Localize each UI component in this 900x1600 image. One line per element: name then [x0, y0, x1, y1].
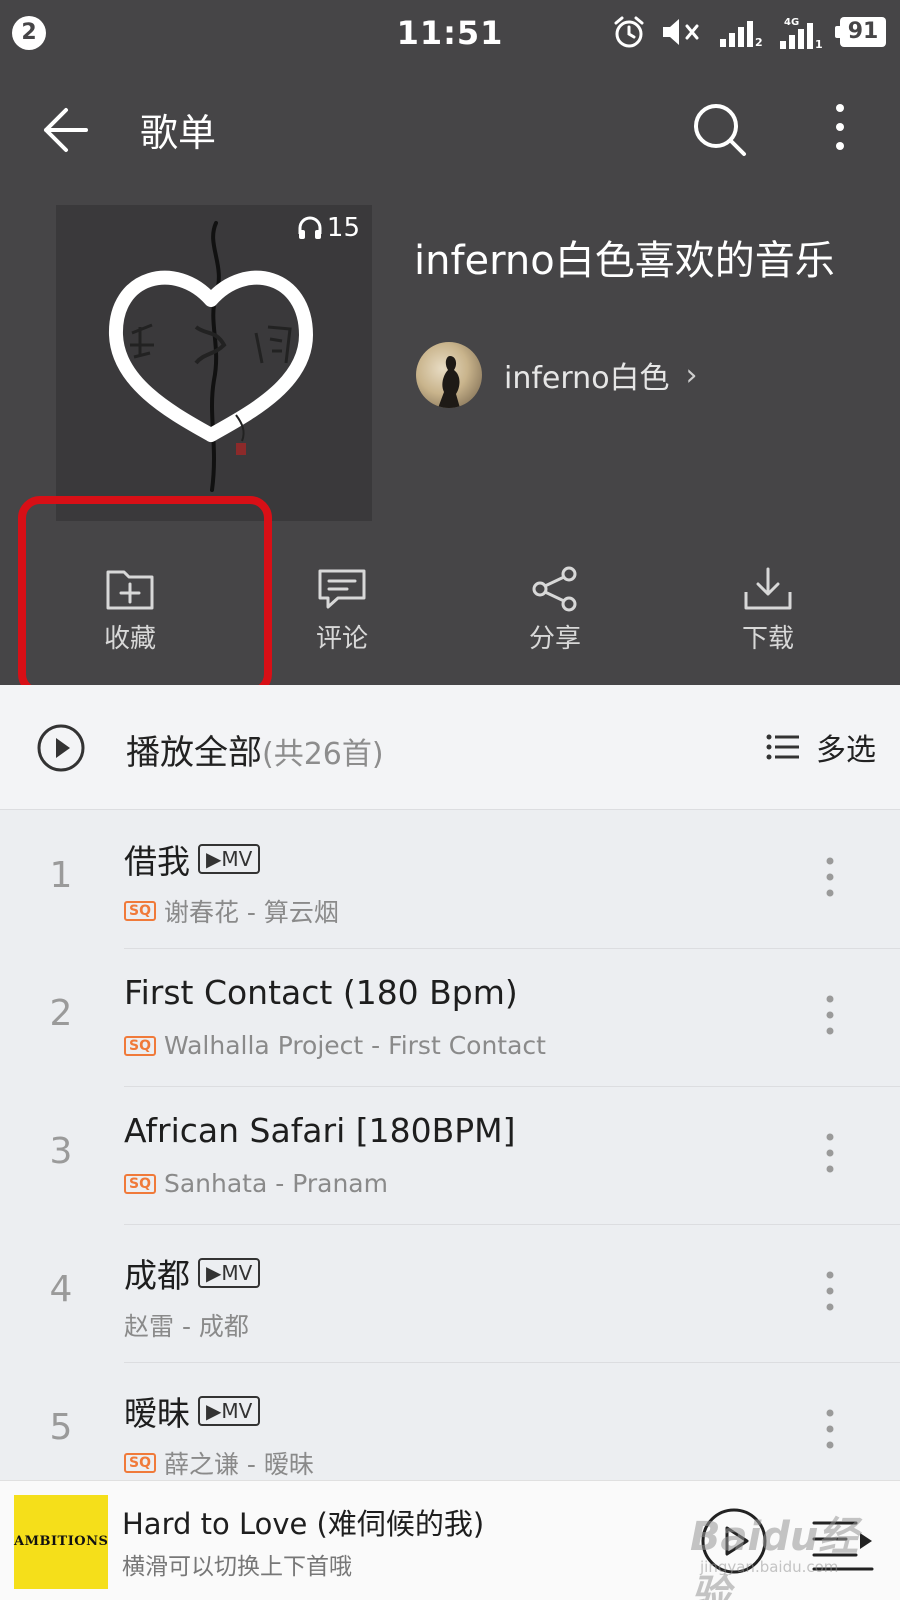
playlist-queue-icon[interactable] — [812, 1511, 874, 1571]
app-bar: 歌单 — [0, 80, 900, 180]
creator-name: inferno白色 — [504, 361, 670, 396]
song-title: African Safari [180BPM] — [124, 1111, 516, 1150]
comment-button[interactable]: 评论 — [262, 560, 422, 670]
add-folder-icon — [106, 570, 154, 610]
mute-icon — [663, 19, 699, 45]
headphones-icon — [298, 216, 322, 239]
song-artist-album: Walhalla Project - First Contact — [163, 1031, 546, 1060]
share-label: 分享 — [528, 624, 581, 654]
signal-4g-icon: 4G 1 — [780, 17, 823, 49]
song-title-row: 借我 ▶MV — [124, 835, 261, 883]
list-icon — [766, 734, 799, 760]
mv-badge[interactable]: ▶MV — [198, 1258, 261, 1288]
cover-art-image — [108, 221, 313, 492]
avatar-silhouette — [438, 356, 460, 408]
song-title-row: African Safari [180BPM] — [124, 1111, 516, 1150]
play-pause-icon[interactable] — [700, 1507, 768, 1575]
creator-avatar — [416, 342, 482, 408]
song-index: 4 — [49, 1269, 73, 1310]
svg-text:1: 1 — [815, 38, 823, 49]
song-more-icon[interactable] — [822, 1269, 838, 1313]
search-icon[interactable] — [690, 100, 750, 160]
song-index: 3 — [49, 1131, 73, 1172]
play-circle-icon[interactable] — [36, 723, 86, 773]
song-artist-album: Sanhata - Pranam — [163, 1169, 388, 1198]
song-row[interactable]: 3 African Safari [180BPM] SQ Sanhata - P… — [0, 1087, 900, 1225]
play-all-bar: 播放全部(共26首) 多选 — [0, 685, 900, 810]
favorite-button[interactable]: 收藏 — [50, 560, 210, 670]
mv-badge[interactable]: ▶MV — [198, 1396, 261, 1426]
song-artist-album: 谢春花 - 算云烟 — [163, 898, 339, 927]
song-index: 2 — [49, 993, 73, 1034]
song-title: 暧昧 — [124, 1394, 190, 1433]
song-title-row: 暧昧 ▶MV — [124, 1387, 261, 1435]
playlist-header: 2 11:51 2 4G 1 91 歌单 15 inferno白色喜欢的音乐 i… — [0, 0, 900, 685]
song-more-icon[interactable] — [822, 1131, 838, 1175]
chevron-right-icon: › — [685, 357, 698, 393]
svg-text:2: 2 — [755, 36, 763, 47]
multi-select-button[interactable]: 多选 — [766, 725, 876, 769]
multi-select-label: 多选 — [816, 733, 876, 768]
favorite-label: 收藏 — [103, 624, 156, 654]
svg-text:4G: 4G — [784, 17, 799, 28]
song-row[interactable]: 4 成都 ▶MV 赵雷 - 成都 — [0, 1225, 900, 1363]
song-title: 成都 — [124, 1256, 190, 1295]
mv-badge[interactable]: ▶MV — [198, 844, 261, 874]
song-subtitle-row: SQ Walhalla Project - First Contact — [124, 1031, 546, 1060]
song-subtitle-row: 赵雷 - 成都 — [124, 1307, 249, 1343]
battery-level: 91 — [835, 17, 886, 47]
alarm-icon — [614, 16, 644, 48]
song-list: 1 借我 ▶MV SQ 谢春花 - 算云烟 2 First Contact (1… — [0, 811, 900, 1501]
comment-icon — [318, 569, 366, 609]
sq-badge: SQ — [124, 1173, 156, 1194]
song-subtitle-row: SQ 谢春花 - 算云烟 — [124, 893, 339, 929]
song-row[interactable]: 2 First Contact (180 Bpm) SQ Walhalla Pr… — [0, 949, 900, 1087]
sq-badge: SQ — [124, 1035, 156, 1056]
playlist-cover[interactable]: 15 — [56, 205, 372, 521]
signal-sim1-icon: 2 — [720, 21, 763, 47]
song-subtitle-row: SQ Sanhata - Pranam — [124, 1169, 388, 1198]
song-title-row: First Contact (180 Bpm) — [124, 973, 518, 1012]
song-subtitle-row: SQ 薛之谦 - 暧昧 — [124, 1445, 314, 1481]
back-arrow-icon[interactable] — [36, 100, 106, 160]
status-bar: 2 11:51 2 4G 1 91 — [0, 0, 900, 64]
song-title: First Contact (180 Bpm) — [124, 973, 518, 1012]
song-more-icon[interactable] — [822, 855, 838, 899]
song-more-icon[interactable] — [822, 1407, 838, 1451]
download-icon — [744, 567, 792, 610]
download-button[interactable]: 下载 — [688, 560, 848, 670]
song-index: 5 — [49, 1407, 73, 1448]
page-title: 歌单 — [140, 111, 217, 155]
now-playing-title: Hard to Love (难伺候的我) — [122, 1507, 485, 1541]
song-row[interactable]: 1 借我 ▶MV SQ 谢春花 - 算云烟 — [0, 811, 900, 949]
song-artist-album: 赵雷 - 成都 — [124, 1312, 249, 1341]
listen-count: 15 — [297, 213, 360, 243]
playlist-actions: 收藏 评论 分享 下载 — [0, 560, 900, 670]
share-icon — [532, 566, 577, 612]
now-playing-cover[interactable]: AMBITIONS — [14, 1495, 108, 1589]
sq-badge: SQ — [124, 901, 156, 921]
listen-count-value: 15 — [326, 213, 360, 243]
now-playing-hint: 横滑可以切换上下首哦 — [122, 1554, 352, 1580]
song-artist-album: 薛之谦 - 暧昧 — [163, 1450, 314, 1479]
comment-label: 评论 — [315, 624, 368, 654]
playlist-title: inferno白色喜欢的音乐 — [414, 238, 835, 284]
mini-player[interactable]: AMBITIONS Hard to Love (难伺候的我) 横滑可以切换上下首… — [0, 1480, 900, 1600]
share-button[interactable]: 分享 — [475, 560, 635, 670]
play-all-label: 播放全部 — [126, 733, 262, 773]
song-more-icon[interactable] — [822, 993, 838, 1037]
more-vertical-icon[interactable] — [820, 100, 860, 160]
play-all-count: (共26首) — [262, 737, 384, 772]
sq-badge: SQ — [124, 1453, 156, 1473]
song-title-row: 成都 ▶MV — [124, 1249, 261, 1297]
creator-link[interactable]: inferno白色 › — [416, 342, 698, 408]
song-index: 1 — [49, 855, 73, 896]
song-title: 借我 — [124, 842, 190, 881]
play-all-button[interactable]: 播放全部(共26首) — [126, 725, 384, 774]
status-icons: 2 4G 1 91 — [612, 14, 886, 50]
download-label: 下载 — [741, 624, 794, 654]
